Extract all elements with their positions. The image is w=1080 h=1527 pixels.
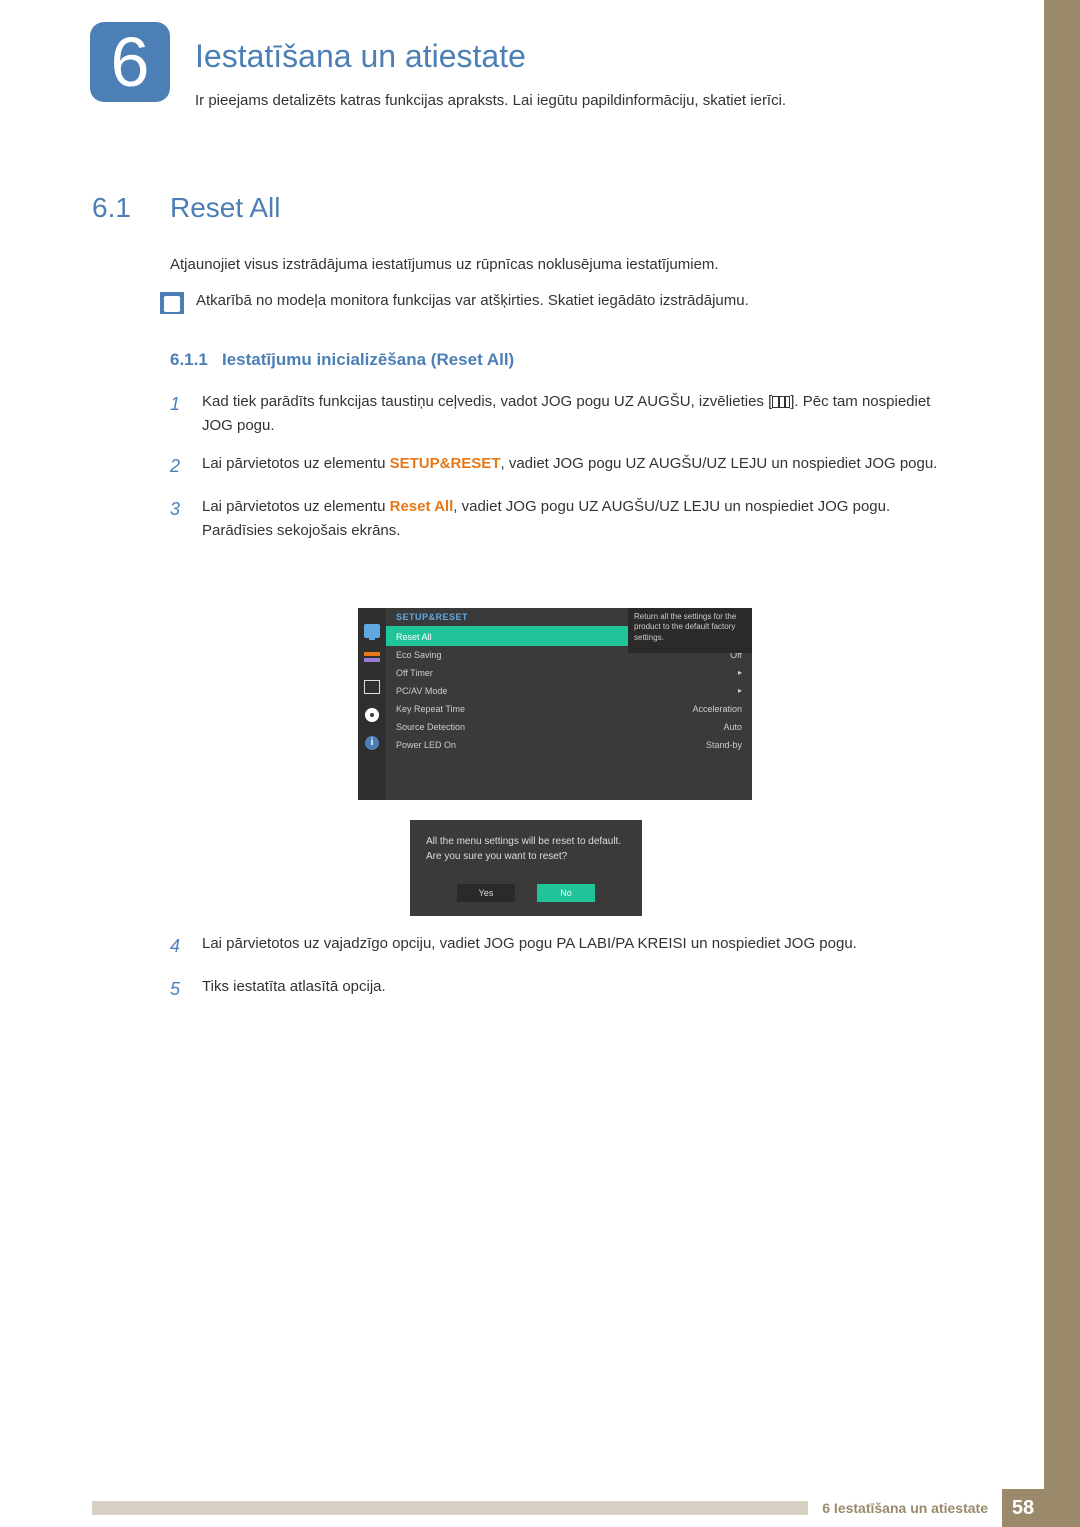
chevron-right-icon: ▸ [738, 686, 742, 696]
confirm-dialog: All the menu settings will be reset to d… [410, 820, 642, 916]
step-text: Tiks iestatīta atlasītā opcija. [202, 975, 386, 1004]
osd-menu: i SETUP&RESET Return all the settings fo… [358, 608, 752, 800]
step-2: 2 Lai pārvietotos uz elementu SETUP&RESE… [170, 452, 950, 481]
step-4: 4 Lai pārvietotos uz vajadzīgo opciju, v… [170, 932, 950, 961]
emphasis: Reset All [390, 498, 454, 515]
step-number: 4 [170, 932, 184, 961]
chapter-badge: 6 [90, 22, 170, 102]
steps-list-lower: 4 Lai pārvietotos uz vajadzīgo opciju, v… [170, 932, 950, 1018]
gear-icon [365, 708, 379, 722]
text-frag: Kad tiek parādīts funkcijas taustiņu ceļ… [202, 393, 772, 410]
monitor-icon [364, 624, 380, 638]
dialog-buttons: Yes No [426, 884, 626, 902]
section-number: 6.1 [92, 192, 131, 224]
osd-row-label: Source Detection [396, 722, 465, 732]
osd-row-value: Stand-by [706, 740, 742, 750]
text-frag: Lai pārvietotos uz elementu [202, 498, 390, 515]
osd-tooltip: Return all the settings for the product … [628, 608, 752, 653]
osd-row-label: Off Timer [396, 668, 433, 678]
step-5: 5 Tiks iestatīta atlasītā opcija. [170, 975, 950, 1004]
subsection-title: Iestatījumu inicializēšana (Reset All) [222, 350, 514, 369]
section-title: Reset All [170, 192, 281, 224]
steps-list: 1 Kad tiek parādīts funkcijas taustiņu c… [170, 390, 950, 557]
subsection-number: 6.1.1 [170, 350, 208, 369]
osd-row-label: Eco Saving [396, 650, 442, 660]
side-stripe [1044, 0, 1080, 1527]
menu-icon [772, 396, 790, 408]
step-1: 1 Kad tiek parādīts funkcijas taustiņu c… [170, 390, 950, 438]
osd-row-off-timer[interactable]: Off Timer ▸ [386, 664, 752, 682]
section-intro: Atjaunojiet visus izstrādājuma iestatīju… [170, 254, 950, 277]
osd-row-label: Power LED On [396, 740, 456, 750]
osd-row-label: PC/AV Mode [396, 686, 447, 696]
osd-row-value: Acceleration [692, 704, 742, 714]
note-text: Atkarībā no modeļa monitora funkcijas va… [196, 290, 749, 313]
yes-button[interactable]: Yes [457, 884, 515, 902]
step-number: 3 [170, 495, 184, 543]
step-3: 3 Lai pārvietotos uz elementu Reset All,… [170, 495, 950, 543]
text-frag: , vadiet JOG pogu UZ AUGŠU/UZ LEJU un no… [500, 455, 937, 472]
osd-row-pcav-mode[interactable]: PC/AV Mode ▸ [386, 682, 752, 700]
footer-label: 6 Iestatīšana un atiestate [808, 1500, 1002, 1516]
dialog-line1: All the menu settings will be reset to d… [426, 834, 626, 849]
page-footer: 6 Iestatīšana un atiestate 58 [0, 1489, 1044, 1527]
note-row: Atkarībā no modeļa monitora funkcijas va… [160, 290, 950, 314]
note-icon [160, 292, 184, 314]
osd-row-source-detection[interactable]: Source Detection Auto [386, 718, 752, 736]
step-text: Lai pārvietotos uz vajadzīgo opciju, vad… [202, 932, 857, 961]
no-button[interactable]: No [537, 884, 595, 902]
resize-icon [364, 680, 380, 694]
dialog-line2: Are you sure you want to reset? [426, 849, 626, 864]
emphasis: SETUP&RESET [390, 455, 501, 472]
step-text: Lai pārvietotos uz elementu Reset All, v… [202, 495, 890, 543]
colorbars-icon [364, 652, 380, 666]
osd-row-label: Reset All [396, 632, 432, 642]
footer-bar [92, 1501, 808, 1515]
dialog-text: All the menu settings will be reset to d… [426, 834, 626, 864]
chapter-title: Iestatīšana un atiestate [195, 38, 526, 75]
step-number: 1 [170, 390, 184, 438]
step-number: 2 [170, 452, 184, 481]
step-number: 5 [170, 975, 184, 1004]
chevron-right-icon: ▸ [738, 668, 742, 678]
text-frag: , vadiet JOG pogu UZ AUGŠU/UZ LEJU un no… [453, 498, 890, 515]
osd-row-power-led[interactable]: Power LED On Stand-by [386, 736, 752, 754]
step-text: Lai pārvietotos uz elementu SETUP&RESET,… [202, 452, 937, 481]
osd-main: SETUP&RESET Return all the settings for … [386, 608, 752, 800]
text-frag: Parādīsies sekojošais ekrāns. [202, 522, 400, 539]
step-text: Kad tiek parādīts funkcijas taustiņu ceļ… [202, 390, 950, 438]
osd-row-key-repeat[interactable]: Key Repeat Time Acceleration [386, 700, 752, 718]
info-icon: i [365, 736, 379, 750]
subsection-heading: 6.1.1 Iestatījumu inicializēšana (Reset … [170, 350, 514, 370]
osd-row-value: Auto [723, 722, 742, 732]
text-frag: Lai pārvietotos uz elementu [202, 455, 390, 472]
chapter-subtitle: Ir pieejams detalizēts katras funkcijas … [195, 92, 786, 109]
osd-row-label: Key Repeat Time [396, 704, 465, 714]
page-number: 58 [1002, 1489, 1044, 1527]
osd-sidebar: i [358, 608, 386, 800]
